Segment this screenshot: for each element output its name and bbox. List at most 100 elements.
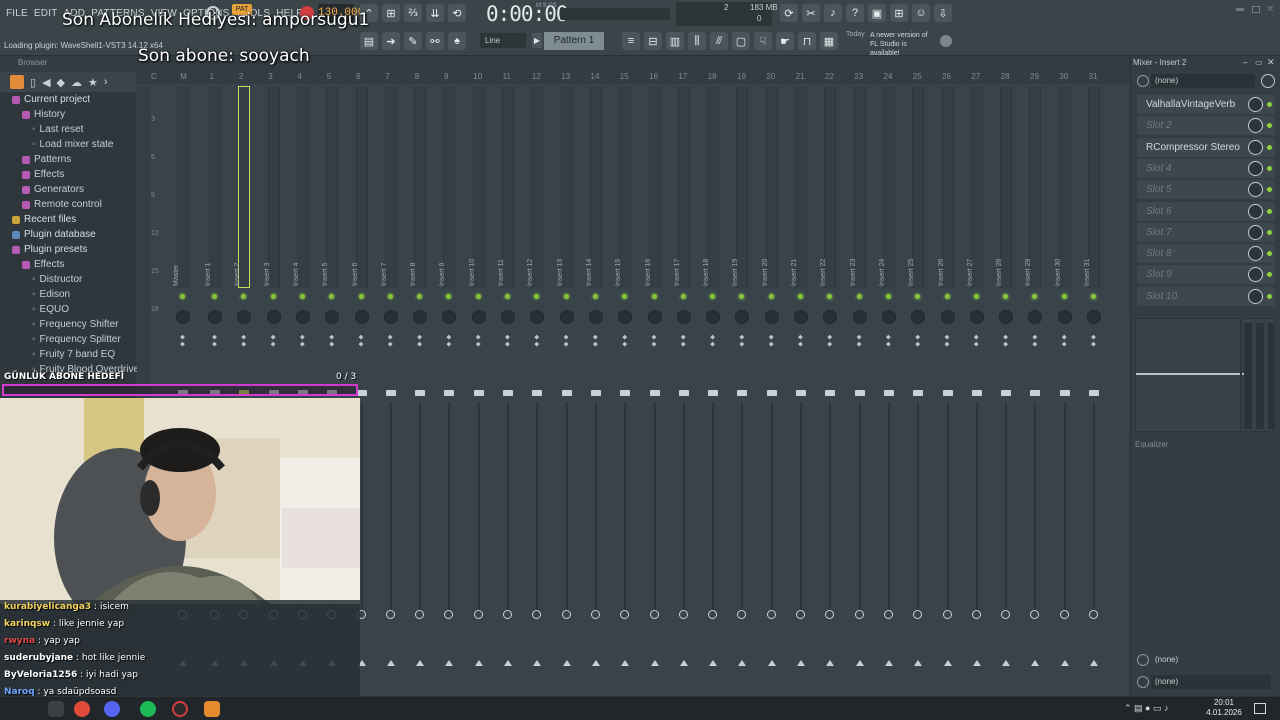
volume-fader[interactable]	[444, 390, 455, 396]
pan-knob[interactable]	[647, 310, 662, 324]
mixer-track[interactable]: Insert 26 ⬥ ⬥	[936, 86, 960, 690]
effect-slot[interactable]: ValhallaVintageVerb	[1137, 95, 1275, 114]
minimize-icon[interactable]	[1236, 8, 1244, 11]
route-arrow-icon[interactable]	[797, 660, 805, 666]
slot-enable-led[interactable]	[1267, 208, 1272, 214]
mute-led[interactable]	[446, 294, 452, 299]
menu-item[interactable]: FILE	[6, 8, 28, 19]
mixer-track[interactable]: Insert 24 ⬥ ⬥	[877, 86, 901, 690]
pan-knob[interactable]	[208, 310, 222, 324]
route-arrow-icon[interactable]	[972, 660, 981, 666]
send-knob[interactable]	[503, 610, 512, 619]
browser-item[interactable]: Remote control	[0, 197, 136, 212]
send-knob[interactable]	[971, 610, 981, 619]
send-knob[interactable]	[415, 610, 425, 619]
stereo-arrows-icon[interactable]: ⬥ ⬥	[652, 334, 658, 350]
send-knob[interactable]	[444, 610, 454, 619]
refresh-icon[interactable]: ⟳	[780, 4, 798, 22]
route-arrow-icon[interactable]	[1090, 660, 1098, 666]
effect-slot[interactable]: Slot 10	[1137, 286, 1275, 306]
mute-led[interactable]	[299, 294, 305, 299]
send-knob[interactable]	[678, 610, 688, 619]
touch-controller-icon[interactable]: ☟	[754, 32, 772, 50]
browser-item[interactable]: Generators	[0, 182, 136, 197]
stereo-arrows-icon[interactable]: ⬥ ⬥	[564, 334, 570, 350]
pan-knob[interactable]	[823, 310, 838, 324]
route-arrow-icon[interactable]	[533, 660, 542, 666]
microphone-icon[interactable]: ♪	[824, 4, 842, 22]
route-arrow-icon[interactable]	[943, 660, 952, 666]
update-icon[interactable]	[940, 35, 952, 47]
tempo-tap-icon[interactable]: ☛	[776, 32, 794, 50]
tray-icons[interactable]: ⌃ ▤ ● ▭ ♪	[1124, 703, 1169, 714]
notification-icon[interactable]	[1254, 703, 1266, 714]
playlist-arrow-icon[interactable]: ➔	[382, 32, 400, 50]
fl-studio-icon[interactable]	[204, 701, 220, 717]
channel-rack-icon[interactable]: ≡	[622, 32, 640, 50]
send-knob[interactable]	[561, 610, 571, 619]
volume-fader[interactable]	[1089, 390, 1099, 396]
pattern-selector[interactable]: Pattern 1	[544, 32, 604, 50]
mute-led[interactable]	[680, 294, 686, 299]
save-icon[interactable]: ▣	[868, 4, 886, 22]
stereo-arrows-icon[interactable]: ⬥ ⬥	[739, 334, 745, 350]
stereo-arrows-icon[interactable]: ⬥ ⬥	[915, 334, 921, 350]
clock-time[interactable]: 20:01	[1204, 698, 1244, 707]
route-arrow-icon[interactable]	[826, 660, 835, 666]
route-arrow-icon[interactable]	[386, 660, 395, 666]
mute-led[interactable]	[1091, 294, 1096, 299]
send-knob[interactable]	[1030, 610, 1040, 619]
mixer-track[interactable]: Insert 27 ⬥ ⬥	[965, 86, 989, 690]
route-arrow-icon[interactable]	[767, 660, 776, 666]
maximize-icon[interactable]	[1252, 6, 1260, 13]
stereo-arrows-icon[interactable]: ⬥ ⬥	[769, 334, 775, 350]
volume-fader[interactable]	[561, 390, 572, 396]
route-arrow-icon[interactable]	[1031, 660, 1040, 666]
mute-led[interactable]	[768, 294, 774, 299]
plugin-picker-icon[interactable]: ⊞	[890, 4, 908, 22]
slot-enable-led[interactable]	[1267, 229, 1272, 235]
step-edit-icon[interactable]: ⇊	[426, 4, 444, 22]
mixer-icon[interactable]: ⫼	[688, 32, 706, 50]
mixer-track[interactable]: Insert 29 ⬥ ⬥	[1023, 86, 1047, 690]
browser-item[interactable]: ◦ Fruity 7 band EQ	[0, 347, 136, 362]
pan-knob[interactable]	[383, 310, 398, 324]
file-explorer-icon[interactable]	[48, 701, 64, 717]
pan-knob[interactable]	[1087, 310, 1101, 324]
route-arrow-icon[interactable]	[416, 660, 425, 666]
countdown-icon[interactable]: ⅔	[404, 4, 422, 22]
pan-knob[interactable]	[911, 310, 926, 324]
mixer-track[interactable]: Insert 12 ⬥ ⬥	[525, 86, 549, 690]
send-knob[interactable]	[825, 610, 835, 619]
stereo-arrows-icon[interactable]: ⬥ ⬥	[1032, 334, 1038, 350]
slot-mix-knob[interactable]	[1248, 182, 1263, 198]
stereo-arrows-icon[interactable]: ⬥ ⬥	[886, 334, 892, 350]
browser-item[interactable]: Effects	[0, 167, 136, 182]
browser-item[interactable]: History	[0, 107, 136, 122]
mute-led[interactable]	[739, 294, 745, 299]
route-arrow-icon[interactable]	[562, 660, 571, 666]
effect-slot[interactable]: Slot 9	[1137, 265, 1275, 285]
eq-graph[interactable]	[1135, 318, 1275, 432]
slot-enable-led[interactable]	[1267, 293, 1272, 299]
pan-knob[interactable]	[618, 310, 633, 324]
effect-slot[interactable]: Slot 5	[1137, 180, 1275, 200]
mute-led[interactable]	[973, 294, 979, 299]
send-knob[interactable]	[854, 610, 864, 619]
link-icon[interactable]: ⚯	[426, 32, 444, 50]
slot-mix-knob[interactable]	[1248, 97, 1263, 112]
browser-cloud-icon[interactable]: ☁	[71, 76, 82, 89]
pan-knob[interactable]	[1057, 310, 1072, 324]
stereo-arrows-icon[interactable]: ⬥ ⬥	[388, 334, 394, 350]
mixer-track[interactable]: Insert 18 ⬥ ⬥	[701, 86, 725, 690]
pan-knob[interactable]	[413, 310, 428, 324]
pan-knob[interactable]	[295, 310, 310, 324]
mute-led[interactable]	[329, 294, 335, 299]
browser-item[interactable]: Current project	[0, 92, 136, 107]
mixer-track[interactable]: Insert 28 ⬥ ⬥	[994, 86, 1018, 690]
browser-item[interactable]: Recent files	[0, 212, 136, 227]
send-knob[interactable]	[385, 610, 395, 619]
menu-item[interactable]: EDIT	[34, 8, 58, 19]
slot-mix-knob[interactable]	[1248, 139, 1263, 155]
route-arrow-icon[interactable]	[738, 660, 747, 666]
